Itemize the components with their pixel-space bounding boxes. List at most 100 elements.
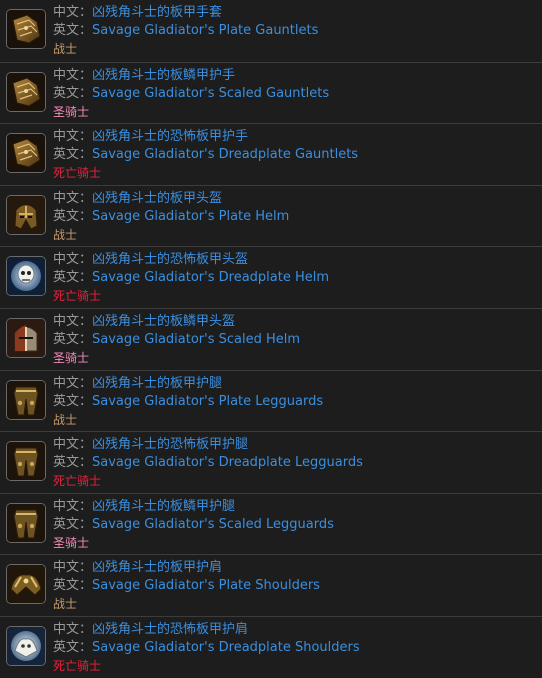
- legguards-icon[interactable]: [6, 441, 46, 481]
- english-label: 英文：: [53, 455, 93, 470]
- shoulders-icon[interactable]: [6, 564, 46, 604]
- class-label: 死亡骑士: [53, 659, 102, 673]
- english-label: 英文：: [53, 86, 93, 101]
- chinese-name-link[interactable]: 凶残角斗士的恐怖板甲护肩: [92, 622, 248, 637]
- english-label: 英文：: [53, 640, 93, 655]
- class-label: 圣骑士: [53, 105, 90, 119]
- item-row: 中文：凶残角斗士的恐怖板甲护手 英文：Savage Gladiator's Dre…: [0, 123, 542, 184]
- class-label: 战士: [53, 42, 78, 56]
- scaled-helm-icon[interactable]: [6, 318, 46, 358]
- chinese-label: 中文：: [53, 314, 93, 329]
- legguards-icon[interactable]: [6, 380, 46, 420]
- chinese-name-link[interactable]: 凶残角斗士的恐怖板甲护腿: [92, 437, 248, 452]
- chinese-name-line: 中文：凶残角斗士的板鳞甲头盔: [53, 314, 235, 330]
- chinese-name-link[interactable]: 凶残角斗士的板甲护肩: [92, 560, 222, 575]
- item-row: 中文：凶残角斗士的恐怖板甲护腿 英文：Savage Gladiator's Dre…: [0, 431, 542, 492]
- item-row: 中文：凶残角斗士的板甲护肩 英文：Savage Gladiator's Plate…: [0, 554, 542, 615]
- chinese-name-line: 中文：凶残角斗士的恐怖板甲护腿: [53, 437, 248, 453]
- chinese-name-link[interactable]: 凶残角斗士的板鳞甲护手: [92, 68, 235, 83]
- english-name-line: 英文：Savage Gladiator's Plate Legguards: [53, 394, 323, 410]
- gauntlets-icon[interactable]: [6, 9, 46, 49]
- class-label: 死亡骑士: [53, 289, 102, 303]
- chinese-name-link[interactable]: 凶残角斗士的板甲护腿: [92, 376, 222, 391]
- chinese-label: 中文：: [53, 191, 93, 206]
- class-label: 战士: [53, 597, 78, 611]
- english-name-link[interactable]: Savage Gladiator's Plate Shoulders: [92, 578, 320, 593]
- english-name-line: 英文：Savage Gladiator's Dreadplate Legguar…: [53, 455, 363, 471]
- chinese-label: 中文：: [53, 5, 93, 20]
- english-label: 英文：: [53, 578, 93, 593]
- chinese-name-line: 中文：凶残角斗士的板甲护肩: [53, 560, 222, 576]
- english-name-line: 英文：Savage Gladiator's Dreadplate Shoulde…: [53, 640, 360, 656]
- chinese-name-line: 中文：凶残角斗士的恐怖板甲头盔: [53, 252, 248, 268]
- english-name-link[interactable]: Savage Gladiator's Plate Gauntlets: [92, 23, 318, 38]
- item-row: 中文：凶残角斗士的恐怖板甲头盔 英文：Savage Gladiator's Dre…: [0, 246, 542, 307]
- chinese-name-link[interactable]: 凶残角斗士的板鳞甲头盔: [92, 314, 235, 329]
- chinese-name-link[interactable]: 凶残角斗士的板甲手套: [92, 5, 222, 20]
- chinese-name-line: 中文：凶残角斗士的恐怖板甲护手: [53, 129, 248, 145]
- chinese-name-link[interactable]: 凶残角斗士的板鳞甲护腿: [92, 499, 235, 514]
- item-row: 中文：凶残角斗士的板鳞甲头盔 英文：Savage Gladiator's Scal…: [0, 308, 542, 369]
- chinese-name-link[interactable]: 凶残角斗士的板甲头盔: [92, 191, 222, 206]
- helm-icon[interactable]: [6, 195, 46, 235]
- item-list: 中文：凶残角斗士的板甲手套 英文：Savage Gladiator's Plate…: [0, 0, 542, 678]
- chinese-name-line: 中文：凶残角斗士的板鳞甲护腿: [53, 499, 235, 515]
- english-name-line: 英文：Savage Gladiator's Scaled Gauntlets: [53, 86, 329, 102]
- chinese-label: 中文：: [53, 129, 93, 144]
- chinese-name-line: 中文：凶残角斗士的恐怖板甲护肩: [53, 622, 248, 638]
- chinese-label: 中文：: [53, 68, 93, 83]
- english-name-line: 英文：Savage Gladiator's Scaled Helm: [53, 332, 300, 348]
- english-name-link[interactable]: Savage Gladiator's Plate Legguards: [92, 394, 323, 409]
- class-label: 死亡骑士: [53, 474, 102, 488]
- english-name-link[interactable]: Savage Gladiator's Dreadplate Helm: [92, 270, 329, 285]
- chinese-name-line: 中文：凶残角斗士的板甲护腿: [53, 376, 222, 392]
- legguards-icon[interactable]: [6, 503, 46, 543]
- english-label: 英文：: [53, 394, 93, 409]
- chinese-label: 中文：: [53, 437, 93, 452]
- chinese-label: 中文：: [53, 560, 93, 575]
- english-name-link[interactable]: Savage Gladiator's Plate Helm: [92, 209, 289, 224]
- english-name-link[interactable]: Savage Gladiator's Scaled Legguards: [92, 517, 334, 532]
- chinese-label: 中文：: [53, 252, 93, 267]
- item-row: 中文：凶残角斗士的恐怖板甲护肩 英文：Savage Gladiator's Dre…: [0, 616, 542, 677]
- english-label: 英文：: [53, 147, 93, 162]
- english-name-link[interactable]: Savage Gladiator's Dreadplate Shoulders: [92, 640, 360, 655]
- chinese-label: 中文：: [53, 622, 93, 637]
- class-label: 死亡骑士: [53, 166, 102, 180]
- class-label: 战士: [53, 228, 78, 242]
- english-name-line: 英文：Savage Gladiator's Dreadplate Gauntle…: [53, 147, 358, 163]
- english-label: 英文：: [53, 517, 93, 532]
- item-row: 中文：凶残角斗士的板甲头盔 英文：Savage Gladiator's Plate…: [0, 185, 542, 246]
- item-row: 中文：凶残角斗士的板甲护腿 英文：Savage Gladiator's Plate…: [0, 370, 542, 431]
- english-name-line: 英文：Savage Gladiator's Scaled Legguards: [53, 517, 334, 533]
- gauntlets-icon[interactable]: [6, 133, 46, 173]
- skull-helm-icon[interactable]: [6, 256, 46, 296]
- class-label: 圣骑士: [53, 536, 90, 550]
- english-label: 英文：: [53, 23, 93, 38]
- english-name-line: 英文：Savage Gladiator's Plate Helm: [53, 209, 289, 225]
- class-label: 圣骑士: [53, 351, 90, 365]
- item-row: 中文：凶残角斗士的板鳞甲护手 英文：Savage Gladiator's Scal…: [0, 62, 542, 123]
- english-name-link[interactable]: Savage Gladiator's Scaled Helm: [92, 332, 300, 347]
- english-label: 英文：: [53, 270, 93, 285]
- gauntlets-icon[interactable]: [6, 72, 46, 112]
- english-label: 英文：: [53, 332, 93, 347]
- class-label: 战士: [53, 413, 78, 427]
- chinese-name-line: 中文：凶残角斗士的板鳞甲护手: [53, 68, 235, 84]
- chinese-name-line: 中文：凶残角斗士的板甲手套: [53, 5, 222, 21]
- chinese-name-line: 中文：凶残角斗士的板甲头盔: [53, 191, 222, 207]
- chinese-label: 中文：: [53, 376, 93, 391]
- chinese-name-link[interactable]: 凶残角斗士的恐怖板甲头盔: [92, 252, 248, 267]
- english-name-link[interactable]: Savage Gladiator's Dreadplate Gauntlets: [92, 147, 358, 162]
- chinese-label: 中文：: [53, 499, 93, 514]
- item-row: 中文：凶残角斗士的板鳞甲护腿 英文：Savage Gladiator's Scal…: [0, 493, 542, 554]
- item-row: 中文：凶残角斗士的板甲手套 英文：Savage Gladiator's Plate…: [0, 0, 542, 61]
- skull-shoulders-icon[interactable]: [6, 626, 46, 666]
- english-name-line: 英文：Savage Gladiator's Plate Shoulders: [53, 578, 320, 594]
- english-name-link[interactable]: Savage Gladiator's Scaled Gauntlets: [92, 86, 329, 101]
- english-name-link[interactable]: Savage Gladiator's Dreadplate Legguards: [92, 455, 363, 470]
- english-label: 英文：: [53, 209, 93, 224]
- english-name-line: 英文：Savage Gladiator's Dreadplate Helm: [53, 270, 329, 286]
- english-name-line: 英文：Savage Gladiator's Plate Gauntlets: [53, 23, 318, 39]
- chinese-name-link[interactable]: 凶残角斗士的恐怖板甲护手: [92, 129, 248, 144]
